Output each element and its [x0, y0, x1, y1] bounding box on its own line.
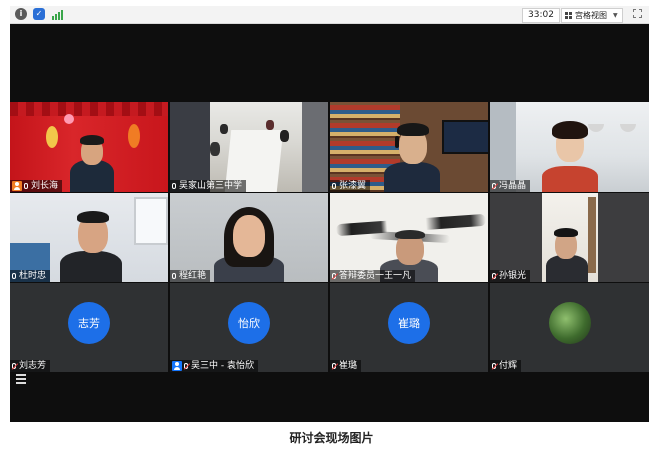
participant-name: 杜时忠 — [19, 271, 47, 281]
mic-muted-icon — [332, 363, 336, 369]
mic-icon — [172, 183, 176, 189]
participant-label: 程红艳 — [170, 270, 211, 282]
video-feed — [10, 102, 168, 192]
video-feed — [10, 193, 168, 282]
grid-icon — [565, 12, 572, 19]
fullscreen-icon[interactable] — [633, 9, 642, 18]
mic-muted-icon — [492, 363, 496, 369]
list-icon[interactable] — [16, 374, 26, 384]
participant-name: 孙银光 — [499, 271, 527, 281]
meeting-toolbar: i ✓ 33:02 宫格视图 ▼ — [10, 6, 649, 24]
participant-tile[interactable]: 张漆翼 — [330, 102, 488, 192]
participant-tile[interactable]: 答辩委员一王一凡 — [330, 193, 488, 282]
avatar: 崔璐 — [388, 302, 430, 344]
video-grid: 刘长海 吴家山第三中学 张漆翼 冯晶晶 杜时忠 程红艳 答辩委员一王一凡 孙银光… — [10, 102, 649, 372]
participant-tile[interactable]: 吴家山第三中学 — [170, 102, 328, 192]
mic-muted-icon — [492, 183, 496, 189]
mic-muted-icon — [332, 273, 336, 279]
participant-tile[interactable]: 志芳 刘志芳 — [10, 283, 168, 372]
participant-label: 杜时忠 — [10, 270, 51, 282]
mic-icon — [332, 183, 336, 189]
chevron-down-icon: ▼ — [613, 12, 618, 19]
participant-name: 程红艳 — [179, 271, 207, 281]
meeting-window: i ✓ 33:02 宫格视图 ▼ 刘长海 吴家山第三中学 张漆翼 冯晶晶 杜时忠… — [10, 6, 649, 422]
participant-label: 孙银光 — [490, 270, 531, 282]
mic-muted-icon — [12, 363, 16, 369]
participant-name: 吴家山第三中学 — [179, 181, 243, 191]
participant-name: 吴三中 - 袁怡欣 — [191, 361, 254, 371]
mic-icon — [24, 183, 28, 189]
participant-name: 张漆翼 — [339, 181, 367, 191]
participant-label: 刘长海 — [10, 180, 63, 192]
mic-muted-icon — [184, 363, 188, 369]
avatar: 志芳 — [68, 302, 110, 344]
participant-label: 答辩委员一王一凡 — [330, 270, 416, 282]
video-feed — [170, 102, 328, 192]
participant-name: 崔璐 — [339, 361, 358, 371]
view-mode-label: 宫格视图 — [575, 11, 607, 20]
participant-tile[interactable]: 冯晶晶 — [490, 102, 649, 192]
shield-icon[interactable]: ✓ — [33, 8, 45, 20]
meeting-timer: 33:02 — [522, 8, 560, 23]
participant-tile[interactable]: 怡欣 吴三中 - 袁怡欣 — [170, 283, 328, 372]
participant-tile[interactable]: 刘长海 — [10, 102, 168, 192]
participant-label: 吴三中 - 袁怡欣 — [170, 360, 258, 372]
video-feed — [170, 193, 328, 282]
participant-name: 刘志芳 — [19, 361, 47, 371]
participant-name: 付辉 — [499, 361, 518, 371]
mic-muted-icon — [492, 273, 496, 279]
participant-label: 冯晶晶 — [490, 180, 531, 192]
avatar — [548, 302, 591, 344]
participant-tile[interactable]: 孙银光 — [490, 193, 649, 282]
participant-tile[interactable]: 崔璐 崔璐 — [330, 283, 488, 372]
participant-name: 冯晶晶 — [499, 181, 527, 191]
host-icon — [172, 361, 182, 371]
participant-label: 刘志芳 — [10, 360, 51, 372]
mic-icon — [12, 273, 16, 279]
participant-label: 吴家山第三中学 — [170, 180, 247, 192]
mic-icon — [172, 273, 176, 279]
signal-icon[interactable] — [51, 8, 63, 20]
video-feed — [490, 102, 649, 192]
avatar: 怡欣 — [228, 302, 270, 344]
participant-label: 付辉 — [490, 360, 522, 372]
video-feed — [490, 193, 649, 282]
participant-name: 答辩委员一王一凡 — [339, 271, 412, 281]
participant-label: 崔璐 — [330, 360, 362, 372]
participant-name: 刘长海 — [31, 181, 59, 191]
image-caption: 研讨会现场图片 — [289, 431, 374, 445]
video-feed — [330, 102, 488, 192]
participant-tile[interactable]: 付辉 — [490, 283, 649, 372]
view-mode-button[interactable]: 宫格视图 ▼ — [561, 8, 623, 23]
video-feed — [330, 193, 488, 282]
participant-tile[interactable]: 杜时忠 — [10, 193, 168, 282]
info-icon[interactable]: i — [15, 8, 27, 20]
participant-tile[interactable]: 程红艳 — [170, 193, 328, 282]
host-icon — [12, 181, 22, 191]
participant-label: 张漆翼 — [330, 180, 371, 192]
